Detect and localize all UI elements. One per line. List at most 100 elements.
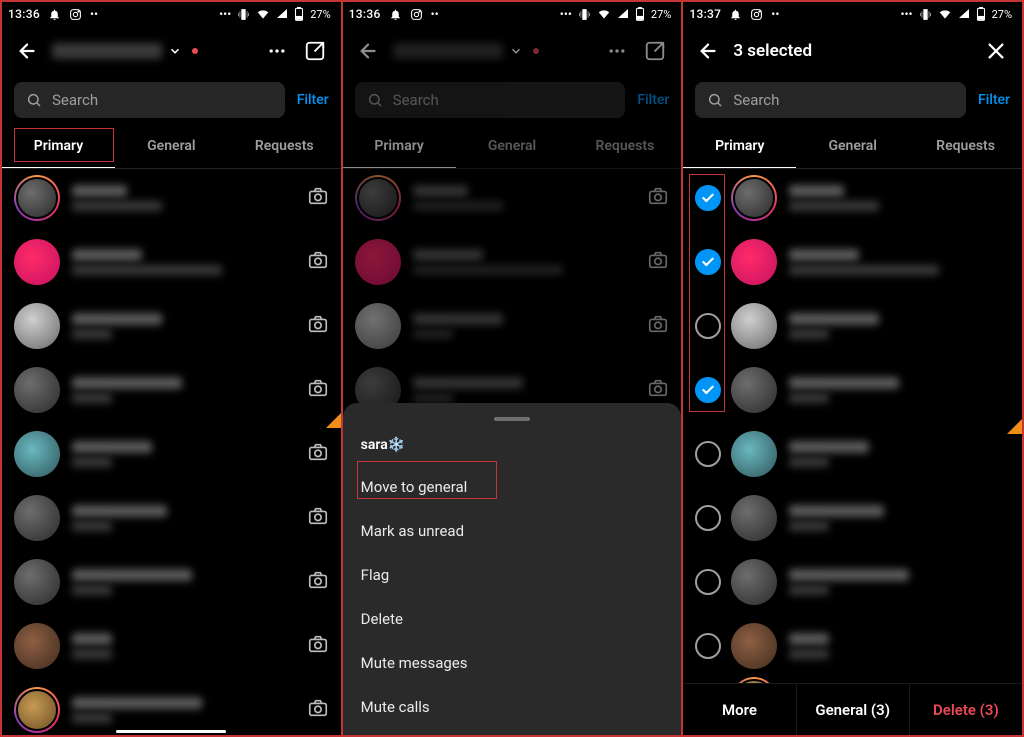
signal-icon — [617, 8, 629, 20]
more-dots-icon: ••• — [900, 7, 912, 21]
sheet-username: sara❄️ — [361, 437, 664, 453]
tabs: Primary General Requests — [343, 124, 682, 169]
avatar — [14, 623, 60, 669]
conversation-row[interactable] — [2, 230, 341, 294]
conversation-row[interactable] — [683, 550, 1022, 614]
sheet-mark-unread[interactable]: Mark as unread — [361, 509, 664, 553]
sheet-mute-calls[interactable]: Mute calls — [361, 685, 664, 729]
camera-icon[interactable] — [307, 313, 329, 339]
conversation-row[interactable] — [2, 678, 341, 735]
filter-button[interactable]: Filter — [297, 92, 329, 108]
conversation-row[interactable] — [343, 166, 682, 230]
sheet-move-to-general[interactable]: Move to general — [361, 465, 664, 509]
vibrate-icon — [919, 8, 932, 21]
camera-icon[interactable] — [307, 185, 329, 211]
search-icon — [367, 92, 383, 108]
conversation-row[interactable] — [2, 486, 341, 550]
tab-general[interactable]: General — [115, 124, 228, 168]
avatar — [14, 559, 60, 605]
screen-dm-inbox: 13:36 •• ••• 27% — [2, 2, 343, 735]
conversation-row[interactable] — [683, 294, 1022, 358]
camera-icon[interactable] — [307, 569, 329, 595]
tab-primary[interactable]: Primary — [683, 124, 796, 168]
camera-icon[interactable] — [647, 185, 669, 211]
filter-button[interactable]: Filter — [978, 92, 1010, 108]
avatar — [731, 239, 777, 285]
camera-icon[interactable] — [307, 249, 329, 275]
account-switcher[interactable] — [393, 43, 539, 59]
search-input[interactable]: Search — [695, 82, 966, 118]
compose-button[interactable] — [301, 37, 329, 65]
sheet-flag[interactable]: Flag — [361, 553, 664, 597]
camera-icon[interactable] — [647, 249, 669, 275]
conversation-row[interactable] — [683, 614, 1022, 678]
conversation-row[interactable] — [2, 614, 341, 678]
camera-icon[interactable] — [647, 377, 669, 403]
filter-button[interactable]: Filter — [637, 92, 669, 108]
tab-primary[interactable]: Primary — [343, 124, 456, 168]
action-general[interactable]: General (3) — [797, 684, 910, 735]
conversation-row[interactable] — [683, 486, 1022, 550]
conversation-row[interactable] — [683, 422, 1022, 486]
conversation-row[interactable] — [2, 166, 341, 230]
action-delete[interactable]: Delete (3) — [910, 684, 1022, 735]
camera-icon[interactable] — [307, 633, 329, 659]
status-bar: 13:37 •• ••• 27% — [683, 2, 1022, 26]
notification-dot — [192, 48, 198, 54]
drag-handle[interactable] — [494, 417, 530, 421]
camera-icon[interactable] — [307, 377, 329, 403]
status-time: 13:37 — [689, 7, 721, 21]
search-placeholder: Search — [733, 91, 779, 109]
select-checkbox[interactable] — [695, 633, 721, 659]
sheet-mute-messages[interactable]: Mute messages — [361, 641, 664, 685]
instagram-icon — [750, 8, 763, 21]
conversation-row[interactable] — [2, 294, 341, 358]
camera-icon[interactable] — [307, 441, 329, 467]
conversation-row[interactable] — [343, 294, 682, 358]
compose-button[interactable] — [641, 37, 669, 65]
tab-requests[interactable]: Requests — [909, 124, 1022, 168]
select-checkbox[interactable] — [695, 441, 721, 467]
select-checkbox[interactable] — [695, 569, 721, 595]
corner-marker — [1007, 418, 1022, 434]
more-button[interactable] — [603, 37, 631, 65]
camera-icon[interactable] — [307, 697, 329, 723]
bell-icon — [48, 8, 61, 21]
tab-requests[interactable]: Requests — [228, 124, 341, 168]
action-more[interactable]: More — [683, 684, 796, 735]
back-button[interactable] — [695, 37, 723, 65]
conversation-row[interactable] — [2, 550, 341, 614]
more-button[interactable] — [263, 37, 291, 65]
tab-general[interactable]: General — [456, 124, 569, 168]
camera-icon[interactable] — [647, 313, 669, 339]
select-checkbox[interactable] — [695, 377, 721, 403]
back-button[interactable] — [355, 37, 383, 65]
conversation-row[interactable] — [2, 422, 341, 486]
sheet-delete[interactable]: Delete — [361, 597, 664, 641]
camera-icon[interactable] — [307, 505, 329, 531]
search-input[interactable]: Search — [355, 82, 626, 118]
signal-icon — [276, 8, 288, 20]
select-checkbox[interactable] — [695, 185, 721, 211]
select-checkbox[interactable] — [695, 313, 721, 339]
tab-primary[interactable]: Primary — [2, 124, 115, 168]
select-checkbox[interactable] — [695, 249, 721, 275]
back-button[interactable] — [14, 37, 42, 65]
avatar — [731, 559, 777, 605]
search-icon — [707, 92, 723, 108]
close-button[interactable] — [982, 37, 1010, 65]
search-input[interactable]: Search — [14, 82, 285, 118]
conversation-row[interactable] — [343, 230, 682, 294]
screen-dm-multiselect: 13:37 •• ••• 27% 3 selected — [683, 2, 1022, 735]
conversation-row[interactable] — [683, 166, 1022, 230]
account-switcher[interactable] — [52, 43, 198, 59]
home-indicator — [116, 730, 226, 734]
app-bar — [2, 26, 341, 76]
conversation-row[interactable] — [2, 358, 341, 422]
tab-requests[interactable]: Requests — [568, 124, 681, 168]
conversation-row[interactable] — [683, 230, 1022, 294]
conversation-row[interactable] — [683, 358, 1022, 422]
select-checkbox[interactable] — [695, 505, 721, 531]
tab-general[interactable]: General — [796, 124, 909, 168]
more-dots-icon: •• — [771, 7, 779, 21]
